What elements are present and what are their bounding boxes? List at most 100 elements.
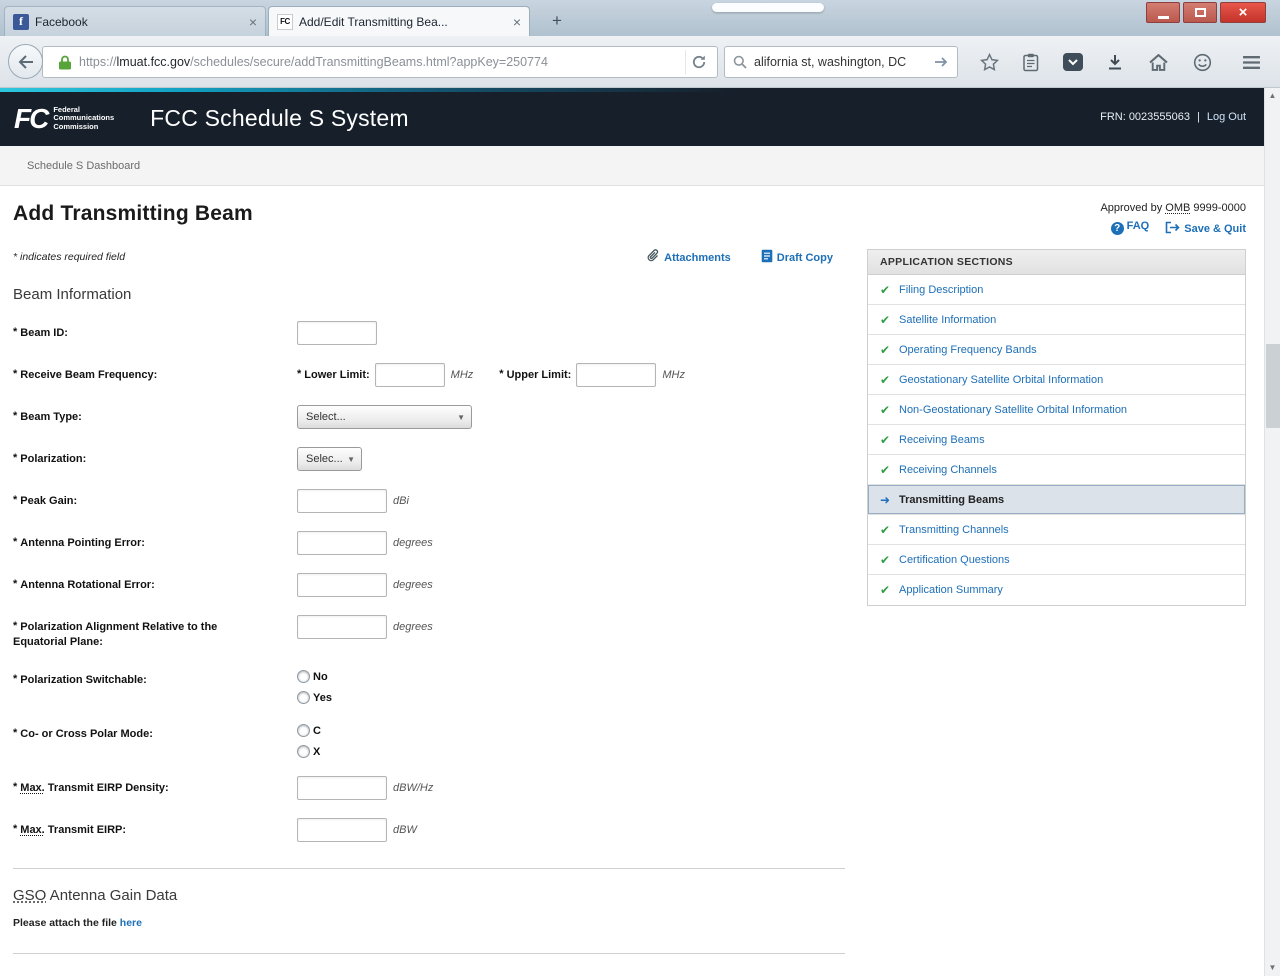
search-bar[interactable]: alifornia st, washington, DC bbox=[724, 46, 958, 78]
check-icon: ✔ bbox=[880, 283, 899, 297]
exit-icon bbox=[1165, 221, 1180, 234]
home-icon[interactable] bbox=[1143, 48, 1173, 76]
attach-file-here-link[interactable]: here bbox=[120, 917, 142, 929]
check-icon: ✔ bbox=[880, 373, 899, 387]
tab-title: Add/Edit Transmitting Bea... bbox=[299, 15, 507, 29]
sidebar-item-operating-frequency-bands[interactable]: ✔ Operating Frequency Bands bbox=[868, 335, 1245, 365]
breadcrumb-dashboard-link[interactable]: Schedule S Dashboard bbox=[27, 160, 140, 172]
menu-hamburger-icon[interactable] bbox=[1236, 48, 1266, 76]
sidebar-item-transmitting-channels[interactable]: ✔ Transmitting Channels bbox=[868, 515, 1245, 545]
bookmark-star-icon[interactable] bbox=[974, 48, 1004, 76]
upper-limit-unit: MHz bbox=[662, 363, 685, 381]
browser-titlebar: f Facebook × FC Add/Edit Transmitting Be… bbox=[0, 0, 1280, 36]
tab-add-edit-transmitting-beams[interactable]: FC Add/Edit Transmitting Bea... × bbox=[268, 6, 530, 36]
beam-information-form: *Beam ID: *Receive Beam Frequency: *Lowe… bbox=[13, 321, 845, 842]
attachments-link[interactable]: Attachments bbox=[647, 249, 731, 264]
antenna-rotational-error-input[interactable] bbox=[297, 573, 387, 597]
sidebar-item-geostationary-orbital-information[interactable]: ✔ Geostationary Satellite Orbital Inform… bbox=[868, 365, 1245, 395]
save-and-quit-button[interactable]: Save & Quit bbox=[1165, 221, 1246, 235]
draft-copy-link[interactable]: Draft Copy bbox=[761, 249, 833, 264]
reload-button[interactable] bbox=[685, 50, 711, 74]
minimize-button[interactable] bbox=[1146, 2, 1180, 23]
back-button[interactable] bbox=[8, 44, 43, 79]
max-transmit-eirp-density-label: *Max. Transmit EIRP Density: bbox=[13, 776, 297, 800]
search-input[interactable]: alifornia st, washington, DC bbox=[754, 55, 934, 69]
antenna-pointing-error-unit: degrees bbox=[393, 531, 433, 549]
back-arrow-icon bbox=[18, 55, 34, 69]
polarization-switchable-option-yes[interactable]: Yes bbox=[297, 691, 332, 704]
polarization-alignment-input[interactable] bbox=[297, 615, 387, 639]
tab-close-icon[interactable]: × bbox=[513, 15, 521, 29]
vertical-scrollbar[interactable]: ▲ ▼ bbox=[1264, 88, 1280, 976]
section-divider bbox=[13, 953, 845, 954]
max-transmit-eirp-density-input[interactable] bbox=[297, 776, 387, 800]
page-content: Add Transmitting Beam Approved by OMB 99… bbox=[0, 186, 1264, 954]
check-icon: ✔ bbox=[880, 463, 899, 477]
form-row-polarization: *Polarization: Selec... ▼ bbox=[13, 447, 845, 471]
hello-smiley-icon[interactable] bbox=[1187, 48, 1217, 76]
check-icon: ✔ bbox=[880, 523, 899, 537]
fcc-logo-text: Federal Communications Commission bbox=[53, 106, 114, 132]
polarization-alignment-unit: degrees bbox=[393, 615, 433, 633]
pocket-icon[interactable] bbox=[1058, 48, 1088, 76]
faq-link[interactable]: ?FAQ bbox=[1111, 220, 1150, 235]
scroll-down-arrow-icon[interactable]: ▼ bbox=[1265, 960, 1280, 976]
sidebar-item-transmitting-beams[interactable]: ➜ Transmitting Beams bbox=[868, 485, 1245, 515]
radio-icon[interactable] bbox=[297, 670, 310, 683]
address-bar[interactable]: https://lmuat.fcc.gov/schedules/secure/a… bbox=[42, 46, 718, 78]
polarization-switchable-option-no[interactable]: No bbox=[297, 670, 332, 683]
scrollbar-thumb[interactable] bbox=[1266, 344, 1280, 428]
antenna-pointing-error-input[interactable] bbox=[297, 531, 387, 555]
scroll-up-arrow-icon[interactable]: ▲ bbox=[1265, 88, 1280, 104]
lock-icon bbox=[59, 55, 71, 70]
tab-facebook[interactable]: f Facebook × bbox=[4, 6, 266, 36]
max-transmit-eirp-input[interactable] bbox=[297, 818, 387, 842]
polar-mode-option-c[interactable]: C bbox=[297, 724, 321, 737]
application-sections-header: APPLICATION SECTIONS bbox=[868, 250, 1245, 275]
tab-close-icon[interactable]: × bbox=[249, 15, 257, 29]
sidebar-item-application-summary[interactable]: ✔ Application Summary bbox=[868, 575, 1245, 605]
polar-mode-option-x[interactable]: X bbox=[297, 745, 321, 758]
sidebar-item-satellite-information[interactable]: ✔ Satellite Information bbox=[868, 305, 1245, 335]
sidebar-item-certification-questions[interactable]: ✔ Certification Questions bbox=[868, 545, 1245, 575]
url-text[interactable]: https://lmuat.fcc.gov/schedules/secure/a… bbox=[79, 55, 685, 69]
form-row-beam-id: *Beam ID: bbox=[13, 321, 845, 345]
download-icon[interactable] bbox=[1100, 48, 1130, 76]
peak-gain-unit: dBi bbox=[393, 489, 409, 507]
page-viewport: FC Federal Communications Commission FCC… bbox=[0, 88, 1264, 976]
logout-link[interactable]: Log Out bbox=[1207, 111, 1246, 123]
search-go-icon[interactable] bbox=[934, 56, 949, 68]
lower-limit-input[interactable] bbox=[375, 363, 445, 387]
polarization-select[interactable]: Selec... ▼ bbox=[297, 447, 362, 471]
receive-beam-frequency-label: *Receive Beam Frequency: bbox=[13, 363, 297, 387]
sidebar-item-non-geostationary-orbital-information[interactable]: ✔ Non-Geostationary Satellite Orbital In… bbox=[868, 395, 1245, 425]
sidebar-item-receiving-beams[interactable]: ✔ Receiving Beams bbox=[868, 425, 1245, 455]
omb-approval-note: Approved by OMB 9999-0000 bbox=[1100, 202, 1246, 214]
peak-gain-input[interactable] bbox=[297, 489, 387, 513]
beam-type-select[interactable]: Select... ▼ bbox=[297, 405, 472, 429]
form-row-beam-type: *Beam Type: Select... ▼ bbox=[13, 405, 845, 429]
polarization-label: *Polarization: bbox=[13, 447, 297, 471]
close-button[interactable]: × bbox=[1220, 2, 1266, 23]
sidebar-item-filing-description[interactable]: ✔ Filing Description bbox=[868, 275, 1245, 305]
radio-icon[interactable] bbox=[297, 691, 310, 704]
bookmarks-menu-icon[interactable] bbox=[1016, 48, 1046, 76]
gso-attach-instruction: Please attach the file here bbox=[13, 917, 845, 929]
gso-antenna-gain-heading: GSO Antenna Gain Data bbox=[13, 887, 845, 904]
beam-id-input[interactable] bbox=[297, 321, 377, 345]
maximize-button[interactable] bbox=[1183, 2, 1217, 23]
chevron-down-icon: ▼ bbox=[457, 413, 465, 422]
radio-icon[interactable] bbox=[297, 745, 310, 758]
polarization-switchable-label: *Polarization Switchable: bbox=[13, 668, 297, 704]
application-sections-panel: APPLICATION SECTIONS ✔ Filing Descriptio… bbox=[867, 249, 1246, 606]
sidebar-item-receiving-channels[interactable]: ✔ Receiving Channels bbox=[868, 455, 1245, 485]
document-icon bbox=[761, 249, 773, 263]
upper-limit-input[interactable] bbox=[576, 363, 656, 387]
required-field-note: * indicates required field bbox=[13, 251, 125, 263]
new-tab-button[interactable]: + bbox=[542, 8, 572, 34]
radio-icon[interactable] bbox=[297, 724, 310, 737]
max-transmit-eirp-label: *Max. Transmit EIRP: bbox=[13, 818, 297, 842]
frn-label: FRN: 0023555063 bbox=[1100, 111, 1190, 123]
peak-gain-label: *Peak Gain: bbox=[13, 489, 297, 513]
required-marker: * bbox=[13, 368, 17, 380]
